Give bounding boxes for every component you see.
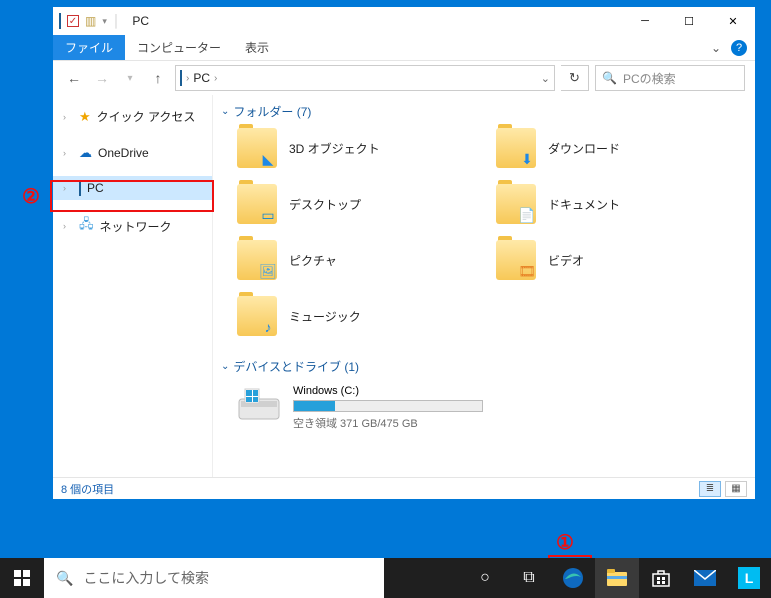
group-drives-label: デバイスとドライブ (1) [233,358,359,375]
folder-label: 3D オブジェクト [289,140,380,157]
group-drives-header[interactable]: ⌄ デバイスとドライブ (1) [219,354,755,381]
explorer-icon[interactable] [595,558,639,598]
network-icon: 🖧 [79,215,94,237]
mail-icon[interactable] [683,558,727,598]
folder-icon: ◣ [237,128,277,168]
qat-dropdown-icon[interactable]: ▾ [102,16,107,27]
nav-pc[interactable]: › PC [53,176,212,200]
pc-icon [59,14,61,28]
group-folders-label: フォルダー (7) [233,103,311,120]
tab-file[interactable]: ファイル [53,35,125,60]
pc-icon [79,181,81,195]
ribbon-expand-button[interactable]: ⌄ [701,35,731,60]
folder-label: ダウンロード [548,140,620,157]
folder-item[interactable]: ◣ 3D オブジェクト [237,128,496,168]
minimize-button[interactable]: ─ [623,7,667,35]
drive-usage-bar [293,400,483,412]
annotation-label-1: ① [556,530,574,555]
search-icon: 🔍 [56,570,73,587]
taskbar-search[interactable]: 🔍 ここに入力して検索 [44,558,384,598]
nav-up-button[interactable]: ↑ [147,67,169,89]
titlebar: ✓ ▥ ▾ │ PC ─ ☐ ✕ [53,7,755,35]
folder-label: ビデオ [548,252,584,269]
edge-icon[interactable] [551,558,595,598]
address-dropdown-icon[interactable]: ⌄ [541,72,550,85]
address-pc-icon [180,71,182,85]
breadcrumb-pc[interactable]: PC [193,71,210,85]
folder-icon: 📄 [496,184,536,224]
view-icons-button[interactable]: ▦ [725,481,747,497]
folder-icon: 🖼 [237,240,277,280]
folder-icon: ♪ [237,296,277,336]
app-l-icon[interactable]: L [727,558,771,598]
refresh-button[interactable]: ↻ [561,65,589,91]
search-placeholder: PCの検索 [623,70,676,87]
qat-folder-icon[interactable]: ▥ [85,14,96,28]
view-details-button[interactable]: ≣ [699,481,721,497]
cortana-button[interactable]: ○ [463,558,507,598]
help-icon[interactable]: ? [731,40,747,56]
nav-label: OneDrive [98,146,149,160]
nav-forward-button[interactable]: → [91,67,113,89]
nav-label: PC [87,181,104,195]
folder-label: ピクチャ [289,252,337,269]
address-row: ← → ▾ ↑ › PC › ⌄ ↻ 🔍 PCの検索 [53,61,755,95]
drive-name: Windows (C:) [293,385,483,397]
annotation-label-2: ② [22,184,40,209]
folder-item[interactable]: 📄 ドキュメント [496,184,755,224]
drive-c[interactable]: Windows (C:) 空き領域 371 GB/475 GB [219,381,755,431]
star-icon: ★ [79,109,91,125]
folder-label: ドキュメント [548,196,620,213]
nav-label: クイック アクセス [97,108,196,125]
explorer-window: ✓ ▥ ▾ │ PC ─ ☐ ✕ ファイル コンピューター 表示 ⌄ ? ← →… [52,6,756,500]
search-icon: 🔍 [602,71,617,85]
ribbon-bar: ファイル コンピューター 表示 ⌄ ? [53,35,755,61]
nav-recent-button[interactable]: ▾ [119,67,141,89]
store-icon[interactable] [639,558,683,598]
folder-icon: ▭ [237,184,277,224]
cloud-icon: ☁ [79,145,92,161]
maximize-button[interactable]: ☐ [667,7,711,35]
status-bar: 8 個の項目 ≣ ▦ [53,477,755,499]
qat-checkbox-icon[interactable]: ✓ [67,15,79,27]
chevron-down-icon: ⌄ [221,106,229,117]
drive-icon [237,385,281,425]
group-folders-header[interactable]: ⌄ フォルダー (7) [219,99,755,126]
window-title: PC [126,14,623,28]
tab-view[interactable]: 表示 [233,35,281,60]
close-button[interactable]: ✕ [711,7,755,35]
folder-item[interactable]: 🖼 ピクチャ [237,240,496,280]
taskbar-search-placeholder: ここに入力して検索 [83,568,209,588]
content-pane: ⌄ フォルダー (7) ◣ 3D オブジェクト ⬇ ダウンロード ▭ デスクトッ… [213,95,755,477]
start-button[interactable] [0,558,44,598]
nav-network[interactable]: ›🖧 ネットワーク [53,210,212,242]
folder-label: ミュージック [289,308,361,325]
search-box[interactable]: 🔍 PCの検索 [595,65,745,91]
nav-label: ネットワーク [100,218,172,235]
folder-item[interactable]: ▭ デスクトップ [237,184,496,224]
tab-computer[interactable]: コンピューター [125,35,233,60]
taskbar: 🔍 ここに入力して検索 ○ ⧉ L [0,558,771,598]
nav-quick-access[interactable]: ›★ クイック アクセス [53,103,212,130]
folder-item[interactable]: ♪ ミュージック [237,296,496,336]
nav-onedrive[interactable]: ›☁ OneDrive [53,140,212,166]
drive-free-text: 空き領域 371 GB/475 GB [293,415,483,431]
nav-back-button[interactable]: ← [63,67,85,89]
folder-item[interactable]: ⬇ ダウンロード [496,128,755,168]
folder-icon: ⬇ [496,128,536,168]
folder-item[interactable]: 🎞 ビデオ [496,240,755,280]
address-bar[interactable]: › PC › ⌄ [175,65,555,91]
task-view-button[interactable]: ⧉ [507,558,551,598]
chevron-down-icon: ⌄ [221,361,229,372]
folder-icon: 🎞 [496,240,536,280]
nav-pane: ›★ クイック アクセス ›☁ OneDrive › PC ›🖧 ネットワーク [53,95,213,477]
status-text: 8 個の項目 [61,481,114,497]
folder-label: デスクトップ [289,196,361,213]
